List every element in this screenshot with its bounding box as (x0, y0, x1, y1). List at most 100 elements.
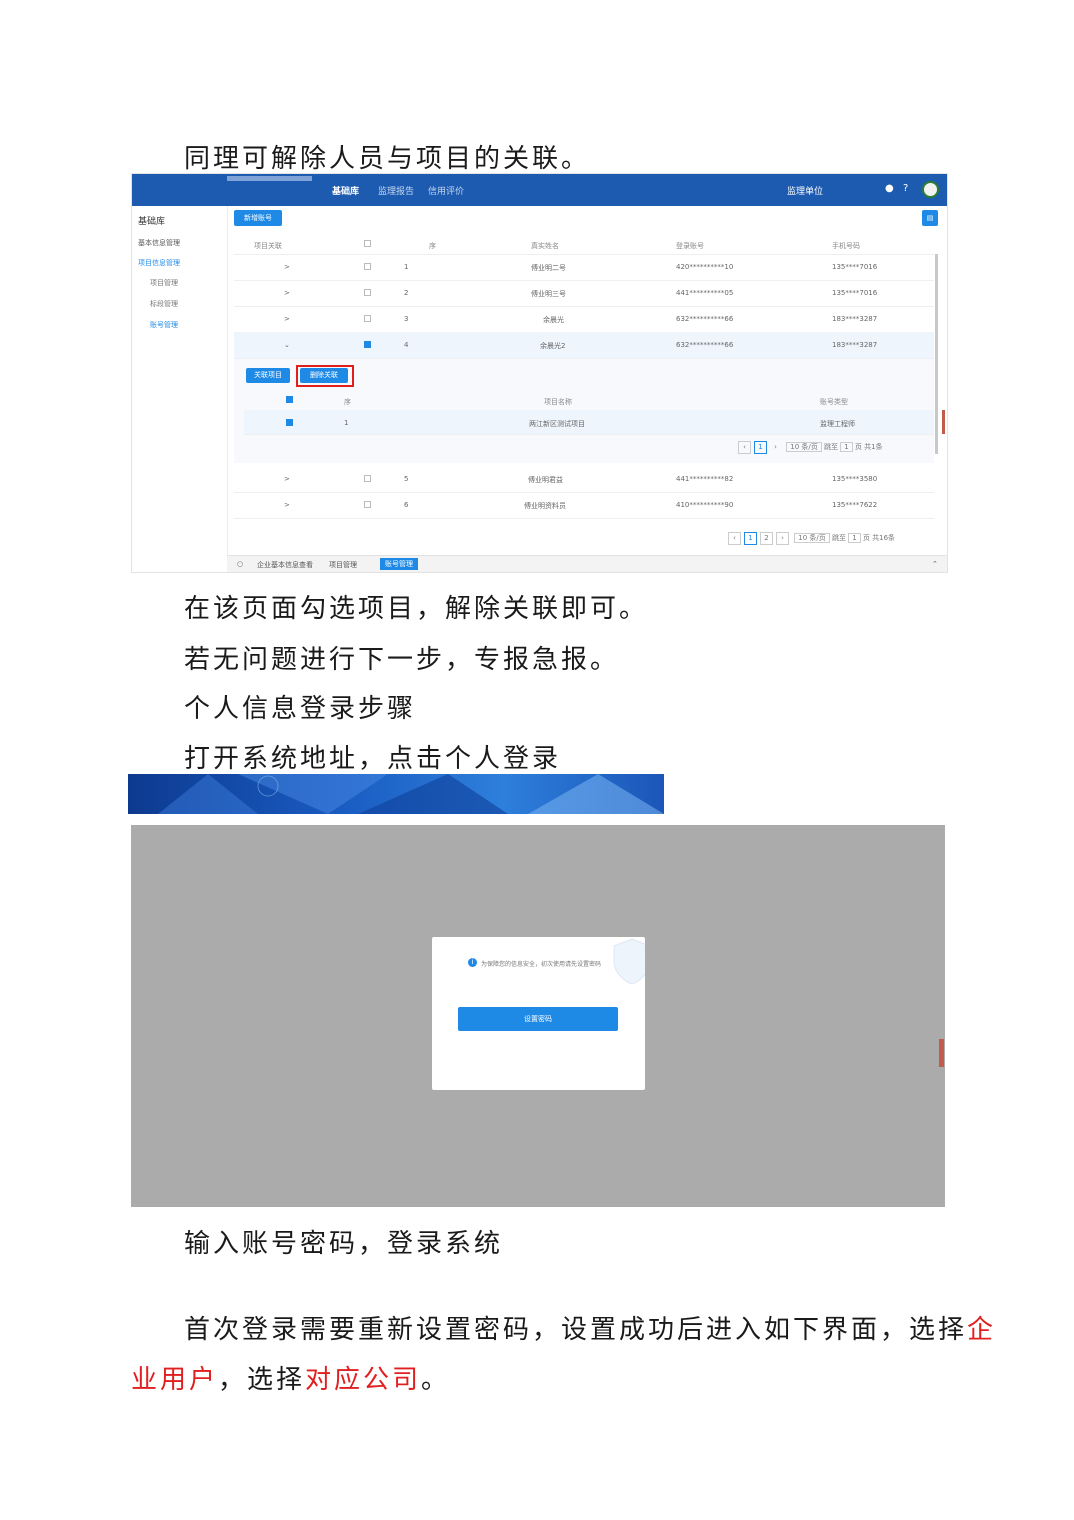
row-phone: 135****7622 (832, 501, 878, 509)
row-name: 余晨光 (543, 316, 564, 324)
table-row[interactable]: > 2 傅业明三号 441**********05 135****7016 (234, 280, 934, 307)
prev-page-icon[interactable]: ‹ (738, 441, 751, 454)
nav-basic-library[interactable]: 基础库 (332, 184, 359, 197)
login-banner-image (128, 774, 664, 814)
dialog-message: 为保障您的信息安全，初次使用请先设置密码 (481, 961, 602, 968)
column-settings-icon[interactable]: ▤ (922, 210, 938, 226)
table-header: 项目关联 序 真实姓名 登录账号 手机号码 (234, 232, 934, 255)
prev-page-icon[interactable]: ‹ (728, 532, 741, 545)
page-size-select[interactable]: 10 条/页 (786, 442, 822, 452)
paragraph-select-project: 在该页面勾选项目，解除关联即可。 (184, 594, 649, 624)
jump-label: 跳至 (831, 534, 846, 542)
home-icon[interactable]: ○ (237, 560, 243, 568)
table-row[interactable]: > 1 傅业明二号 420**********10 135****7016 (234, 254, 934, 281)
expand-icon[interactable]: > (284, 263, 290, 271)
text-enterprise-highlight: 企 (967, 1315, 997, 1345)
scrollbar[interactable] (935, 254, 938, 454)
highlight-box (296, 365, 354, 387)
help-icon[interactable]: ? (903, 183, 908, 194)
expand-icon[interactable]: > (284, 289, 290, 297)
sub-row-checkbox[interactable] (286, 419, 293, 426)
jump-input[interactable]: 1 (840, 442, 853, 452)
row-checkbox[interactable] (364, 501, 371, 508)
select-all-checkbox[interactable] (364, 240, 371, 247)
col-project-link: 项目关联 (254, 242, 282, 250)
total-count: 共16条 (872, 534, 896, 542)
row-checkbox[interactable] (364, 475, 371, 482)
text-company: 对应公司 (305, 1365, 422, 1395)
col-account: 登录账号 (676, 242, 704, 250)
col-name: 真实姓名 (531, 242, 559, 250)
nav-credit-evaluation[interactable]: 信用评价 (428, 184, 464, 197)
table-row[interactable]: > 3 余晨光 632**********66 183****3287 (234, 306, 934, 333)
sub-select-all-checkbox[interactable] (286, 396, 293, 403)
page-unit: 页 (854, 443, 862, 451)
sidebar-item-project-info[interactable]: 项目信息管理 (138, 258, 180, 268)
row-checkbox[interactable] (364, 289, 371, 296)
row-account: 441**********82 (676, 475, 734, 483)
bottom-tab-company-info[interactable]: 企业基本信息查看 (257, 560, 313, 570)
row-phone: 135****3580 (832, 475, 878, 483)
next-page-icon[interactable]: › (770, 442, 781, 453)
next-page-icon[interactable]: › (776, 532, 789, 545)
table-row-expanded[interactable]: ⌄ 4 余晨光2 632**********66 183****3287 (234, 332, 934, 359)
row-checkbox-checked[interactable] (364, 341, 371, 348)
screenshot-set-password: i 为保障您的信息安全，初次使用请先设置密码 设置密码 (131, 825, 945, 1207)
col-seq: 序 (429, 242, 436, 250)
jump-input[interactable]: 1 (848, 533, 861, 543)
collapse-icon[interactable]: ⌄ (284, 341, 290, 349)
row-name: 傅业明三号 (531, 290, 566, 298)
row-seq: 2 (404, 289, 409, 297)
expand-icon[interactable]: > (284, 315, 290, 323)
nav-supervision-report[interactable]: 监理报告 (378, 184, 414, 197)
expand-icon[interactable]: > (284, 475, 290, 483)
page-1[interactable]: 1 (744, 532, 757, 545)
row-account: 410**********90 (676, 501, 734, 509)
banner-pattern (158, 774, 664, 814)
sidebar-subitem-account[interactable]: 账号管理 (150, 320, 178, 330)
expand-icon[interactable]: > (284, 501, 290, 509)
sidebar-item-basic-info[interactable]: 基本信息管理 (138, 238, 180, 248)
page-1[interactable]: 1 (754, 441, 767, 454)
page-size-select[interactable]: 10 条/页 (794, 533, 830, 543)
row-name: 傅业明君益 (528, 476, 563, 484)
row-phone: 135****7016 (832, 263, 878, 271)
sub-col-type: 账号类型 (820, 398, 848, 406)
org-name: 监理单位 (787, 187, 824, 197)
shield-icon (613, 938, 645, 985)
paragraph-first-login-line1: 首次登录需要重新设置密码，设置成功后进入如下界面，选择企 (184, 1309, 996, 1346)
row-account: 441**********05 (676, 289, 734, 297)
row-name: 傅业明资料员 (524, 502, 566, 510)
paragraph-open-system: 打开系统地址，点击个人登录 (184, 744, 562, 774)
bottom-tab-project[interactable]: 项目管理 (329, 560, 357, 570)
row-phone: 135****7016 (832, 289, 878, 297)
paragraph-next-step: 若无问题进行下一步，专报急报。 (184, 645, 620, 675)
col-phone: 手机号码 (832, 242, 860, 250)
table-row[interactable]: > 6 傅业明资料员 410**********90 135****7622 (234, 492, 934, 519)
top-navigation-bar: 基础库 监理报告 信用评价 监理单位 ● ? (132, 174, 947, 206)
row-account: 632**********66 (676, 341, 734, 349)
sidebar-subitem-project[interactable]: 项目管理 (150, 278, 178, 288)
set-password-button[interactable]: 设置密码 (458, 1007, 618, 1031)
row-checkbox[interactable] (364, 263, 371, 270)
bell-icon[interactable]: ● (885, 183, 894, 194)
row-seq: 5 (404, 475, 409, 483)
row-account: 632**********66 (676, 315, 734, 323)
sidebar-subitem-section[interactable]: 标段管理 (150, 299, 178, 309)
page-unit: 页 (862, 534, 870, 542)
jump-label: 跳至 (823, 443, 838, 451)
add-account-button[interactable]: 新增账号 (234, 210, 282, 226)
table-row[interactable]: > 5 傅业明君益 441**********82 135****3580 (234, 466, 934, 493)
set-password-dialog: i 为保障您的信息安全，初次使用请先设置密码 设置密码 (432, 937, 645, 1090)
page-2[interactable]: 2 (760, 532, 773, 545)
scroll-marker (942, 410, 945, 434)
bottom-tab-account[interactable]: 账号管理 (380, 558, 418, 570)
avatar-icon[interactable] (922, 181, 939, 198)
collapse-icon[interactable]: ⌃ (932, 560, 938, 568)
logo (227, 176, 312, 181)
row-checkbox[interactable] (364, 315, 371, 322)
sub-table-row[interactable]: 1 两江新区测试项目 监理工程师 (244, 410, 934, 435)
link-project-button[interactable]: 关联项目 (246, 368, 290, 383)
sidebar: 基础库 基本信息管理 项目信息管理 项目管理 标段管理 账号管理 (132, 206, 228, 572)
inner-pagination: ‹ 1 › 10 条/页 跳至 1 页 共1条 (738, 441, 883, 454)
